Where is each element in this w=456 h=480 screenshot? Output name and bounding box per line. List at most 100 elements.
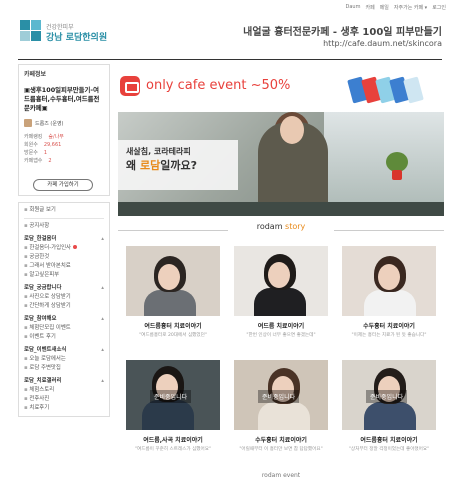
story-title: 여드름 치료이야기 bbox=[257, 323, 305, 330]
clinic-logo[interactable] bbox=[20, 20, 42, 42]
story-quote: "상처부터 정말 걱정이었는데 좋아졌어요" bbox=[348, 447, 430, 452]
story-card[interactable]: 수두흉터 치료이야기 "이제는 흉터는 치료가 된 듯 좋습니다" bbox=[342, 246, 436, 344]
stat-value: 숲/나무 bbox=[48, 134, 64, 140]
story-prefix: rodam bbox=[256, 222, 283, 231]
menu-item[interactable]: 회원글 보기 bbox=[24, 206, 104, 215]
stat-value: 29,661 bbox=[43, 142, 62, 148]
stat-members: 회원수 29,661 bbox=[24, 141, 104, 149]
menu-item[interactable]: 치료후기 bbox=[24, 404, 104, 413]
story-section-title: rodam story bbox=[118, 222, 444, 238]
menu-item-label: 사진으로 상담받기 bbox=[29, 294, 71, 300]
menu-item[interactable]: 전후사진 bbox=[24, 395, 104, 404]
menu-item[interactable]: 궁금한것 bbox=[24, 253, 104, 262]
story-card[interactable]: 준비중입니다수두흉터 치료이야기 "어릴때부터 이 흉터만 보면 참 답답했어요" bbox=[234, 360, 328, 458]
menu-item-label: 알고싶은피부 bbox=[29, 272, 60, 278]
event-discount: event ~50% bbox=[209, 78, 291, 93]
menu-item[interactable]: 사진으로 상담받기 bbox=[24, 293, 104, 302]
manager-name: 드롭즈 (운영) bbox=[35, 120, 64, 127]
story-card[interactable]: 준비중입니다여드름흉터 치료이야기 "상처부터 정말 걱정이었는데 좋아졌어요" bbox=[342, 360, 436, 458]
util-cafe-link[interactable]: 카페 bbox=[365, 4, 374, 11]
menu-group-header[interactable]: 로담_치료갤러리 ▴ bbox=[24, 377, 104, 386]
header-divider bbox=[18, 59, 442, 60]
util-links: Daum 카페 메일 자주가는 카페 ▾ 로그인 bbox=[346, 4, 446, 11]
clinic-name[interactable]: 강남 로담한의원 bbox=[46, 30, 107, 43]
story-card[interactable]: 여드름흉터 치료이야기 "여드름흉터로 20대에서 심했었던" bbox=[126, 246, 220, 344]
cafe-title[interactable]: 내얼굴 흉터전문카페 - 생후 100일 피부만들기 bbox=[243, 23, 442, 38]
story-word: story bbox=[285, 222, 306, 231]
cafe-stats: 카페랭킹 숲/나무 회원수 29,661 방문수 1 카페앱수 2 bbox=[24, 133, 104, 165]
menu-item[interactable]: 체험단모집 이벤트 bbox=[24, 324, 104, 333]
menu-group-header[interactable]: 로담_궁금합니다 ▴ bbox=[24, 284, 104, 293]
event-banner[interactable]: only cafe event ~50% bbox=[118, 72, 444, 106]
cafe-url[interactable]: http://cafe.daum.net/skincora bbox=[323, 39, 442, 48]
menu-group-label: 로담_한걸음더 bbox=[24, 236, 57, 242]
menu-item[interactable]: 알고싶은피부 bbox=[24, 271, 104, 280]
hero-line-1: 새살침, 코라테라피 bbox=[126, 147, 191, 156]
story-quote: "이제는 흉터는 치료가 된 듯 좋습니다" bbox=[351, 333, 427, 338]
stat-rank: 카페랭킹 숲/나무 bbox=[24, 133, 104, 141]
cafe-info-panel: 카페정보 ▣생후100일피부만들기-여드름흉터,수두흉터,여드름전문카페▣ 드롭… bbox=[18, 64, 110, 196]
hero-banner[interactable]: 새살침, 코라테라피 왜 로담일까요? bbox=[118, 112, 444, 216]
story-thumbnail: 준비중입니다 bbox=[234, 360, 328, 430]
next-section-title: rodam event bbox=[261, 472, 301, 479]
menu-item-label: 체험스토리 bbox=[29, 387, 55, 393]
stat-value: 1 bbox=[43, 150, 47, 156]
menu-item[interactable]: 로담 주변맛집 bbox=[24, 364, 104, 373]
menu-group-header[interactable]: 로담_참여해요 ▴ bbox=[24, 315, 104, 324]
hero-line-2: 왜 로담일까요? bbox=[126, 159, 197, 172]
menu-item-label: 치료후기 bbox=[29, 405, 50, 411]
util-mail-link[interactable]: 메일 bbox=[380, 4, 389, 11]
menu-item-label: 회원글 보기 bbox=[29, 207, 56, 213]
header: 건강한피부 강남 로담한의원 Daum 카페 메일 자주가는 카페 ▾ 로그인 … bbox=[0, 0, 456, 62]
story-title: 수두흉터 치료이야기 bbox=[255, 437, 307, 444]
stat-label: 카페앱수 bbox=[24, 158, 43, 164]
chevron-up-icon: ▴ bbox=[101, 285, 104, 291]
menu-item-label: 체험단모집 이벤트 bbox=[29, 325, 71, 331]
hero-caption: 새살침, 코라테라피 왜 로담일까요? bbox=[118, 140, 238, 190]
stat-label: 회원수 bbox=[24, 142, 38, 148]
menu-group-label: 로담_이벤트새소식 bbox=[24, 347, 67, 353]
menu-item[interactable]: 오늘 로담에서는 bbox=[24, 355, 104, 364]
menu-item-label: 그래서 받아본치료 bbox=[29, 263, 71, 269]
chevron-up-icon: ▴ bbox=[101, 347, 104, 353]
menu-item-label: 공지사항 bbox=[29, 223, 50, 229]
util-login-link[interactable]: 로그인 bbox=[432, 4, 446, 11]
story-card[interactable]: 준비중입니다 여드름,사곡 치료이야기 "여드름이 꾸준히 스트레스가 심했어요" bbox=[126, 360, 220, 458]
menu-item[interactable]: 공지사항 bbox=[24, 222, 104, 231]
menu-list: 회원글 보기공지사항로담_한걸음더 ▴ 한걸음더-가입인사궁금한것그래서 받아본치료… bbox=[18, 202, 110, 417]
join-cafe-button[interactable]: 카페 가입하기 bbox=[33, 179, 93, 191]
menu-group-label: 로담_궁금합니다 bbox=[24, 285, 62, 291]
stat-visits: 방문수 1 bbox=[24, 149, 104, 157]
menu-separator bbox=[24, 218, 104, 219]
menu-group-header[interactable]: 로담_이벤트새소식 ▴ bbox=[24, 346, 104, 355]
menu-item[interactable]: 그래서 받아본치료 bbox=[24, 262, 104, 271]
event-text: only cafe event ~50% bbox=[146, 78, 290, 93]
story-title: 여드름,사곡 치료이야기 bbox=[143, 437, 203, 444]
new-badge-icon bbox=[73, 245, 77, 249]
menu-item-label: 간단하게 상담받기 bbox=[29, 303, 71, 309]
chevron-up-icon: ▴ bbox=[101, 316, 104, 322]
sidebar: 카페정보 ▣생후100일피부만들기-여드름흉터,수두흉터,여드름전문카페▣ 드롭… bbox=[18, 64, 110, 480]
story-quote: "어릴때부터 이 흉터만 보면 참 답답했어요" bbox=[239, 447, 323, 452]
menu-item[interactable]: 간단하게 상담받기 bbox=[24, 302, 104, 311]
avatar bbox=[24, 119, 32, 127]
util-daum-link[interactable]: Daum bbox=[346, 4, 361, 11]
cafe-manager[interactable]: 드롭즈 (운영) bbox=[24, 119, 104, 127]
chevron-up-icon: ▴ bbox=[101, 236, 104, 242]
story-thumbnail: 준비중입니다 bbox=[342, 360, 436, 430]
menu-item-label: 한걸음더-가입인사 bbox=[29, 245, 71, 251]
menu-group-label: 로담_치료갤러리 bbox=[24, 378, 62, 384]
util-favorite-cafe-link[interactable]: 자주가는 카페 ▾ bbox=[394, 4, 427, 11]
preparing-label: 준비중입니다 bbox=[150, 390, 192, 403]
menu-item[interactable]: 이벤트 후기 bbox=[24, 333, 104, 342]
story-title: 여드름흉터 치료이야기 bbox=[360, 437, 418, 444]
menu-item-label: 전후사진 bbox=[29, 396, 50, 402]
main-content: only cafe event ~50% 새살침, 코라테라피 왜 로담일까요?… bbox=[118, 64, 444, 480]
chevron-up-icon: ▴ bbox=[101, 378, 104, 384]
menu-group-header[interactable]: 로담_한걸음더 ▴ bbox=[24, 235, 104, 244]
cafe-description: ▣생후100일피부만들기-여드름흉터,수두흉터,여드름전문카페▣ bbox=[24, 86, 100, 112]
menu-item-label: 이벤트 후기 bbox=[29, 334, 56, 340]
menu-item[interactable]: 한걸음더-가입인사 bbox=[24, 244, 104, 253]
story-card[interactable]: 여드름 치료이야기 "한번 인상이 너무 좋으면 좋겠는데" bbox=[234, 246, 328, 344]
menu-item[interactable]: 체험스토리 bbox=[24, 386, 104, 395]
